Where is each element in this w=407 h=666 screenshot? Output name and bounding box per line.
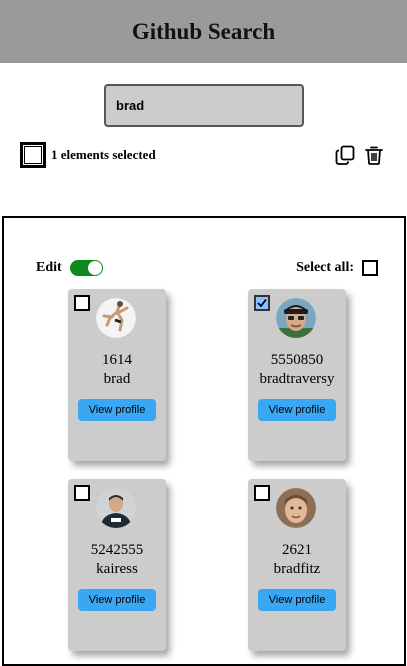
- user-card: 2621 bradfitz View profile: [248, 479, 346, 651]
- checkmark-icon: [257, 298, 267, 308]
- selection-count-text: 1 elements selected: [51, 147, 156, 162]
- avatar: [96, 298, 136, 338]
- card-checkbox[interactable]: [254, 485, 270, 501]
- delete-button[interactable]: [363, 144, 385, 166]
- select-all-control: Select all:: [296, 260, 378, 276]
- user-score: 1614: [102, 352, 132, 368]
- view-profile-button[interactable]: View profile: [78, 399, 156, 421]
- toggle-knob: [87, 261, 102, 275]
- user-card: 5242555 kairess View profile: [68, 479, 166, 651]
- select-all-checkbox[interactable]: [362, 260, 378, 276]
- user-card: 1614 brad View profile: [68, 289, 166, 461]
- user-score: 2621: [282, 542, 312, 558]
- app-header: Github Search: [0, 0, 407, 63]
- selection-checkbox[interactable]: [20, 142, 46, 168]
- user-score: 5242555: [90, 542, 144, 558]
- user-login: bradtraversy: [259, 371, 335, 387]
- edit-toggle[interactable]: [69, 260, 103, 276]
- page-title: Github Search: [131, 18, 276, 44]
- view-profile-button[interactable]: View profile: [258, 589, 336, 611]
- user-login: brad: [103, 371, 131, 387]
- view-profile-button[interactable]: View profile: [78, 589, 156, 611]
- edit-label: Edit: [36, 260, 62, 275]
- card-checkbox[interactable]: [254, 295, 270, 311]
- copy-icon: [335, 145, 355, 165]
- card-checkbox[interactable]: [74, 295, 90, 311]
- copy-button[interactable]: [334, 144, 356, 166]
- avatar: [96, 488, 136, 528]
- edit-control: Edit: [36, 260, 103, 276]
- avatar: [276, 488, 316, 528]
- selection-summary: 1 elements selected: [20, 142, 156, 168]
- user-login: kairess: [96, 561, 138, 577]
- select-all-label: Select all:: [296, 260, 354, 275]
- trash-icon: [365, 146, 383, 165]
- results-panel: Edit Select all: 1614 brad View profile: [2, 216, 406, 666]
- user-card: 5550850 bradtraversy View profile: [248, 289, 346, 461]
- search-input[interactable]: [104, 84, 304, 127]
- user-score: 5550850: [270, 352, 324, 368]
- avatar: [276, 298, 316, 338]
- user-login: bradfitz: [273, 561, 321, 577]
- view-profile-button[interactable]: View profile: [258, 399, 336, 421]
- card-checkbox[interactable]: [74, 485, 90, 501]
